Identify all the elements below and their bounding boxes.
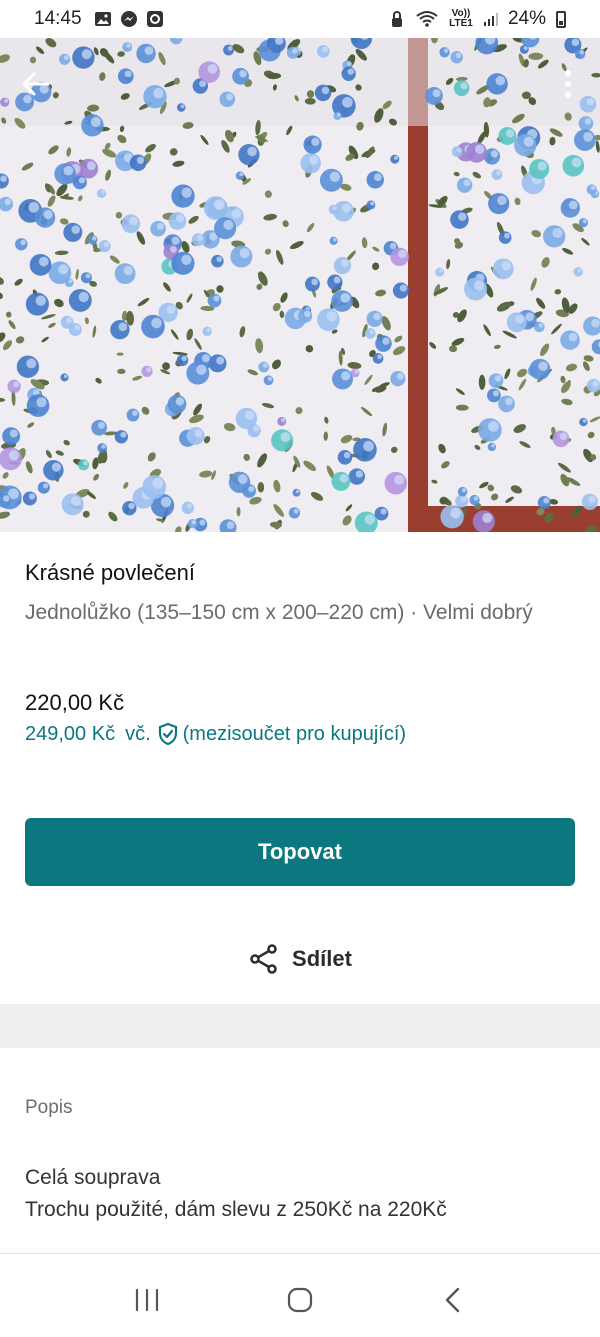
section-divider — [0, 1004, 600, 1048]
listing-photo[interactable] — [0, 38, 600, 532]
status-left: 14:45 — [34, 8, 164, 30]
shield-check-icon — [158, 722, 177, 746]
network-label: Vo)) LTE1 — [449, 8, 473, 29]
listing-subtitle: Jednolůžko (135–150 cm x 200–220 cm) · V… — [25, 601, 533, 624]
nav-divider — [0, 1253, 600, 1254]
buyer-price-suffix: vč. — [125, 722, 151, 745]
listing-title: Krásné povlečení — [25, 560, 195, 585]
app-notification-icon — [146, 11, 163, 27]
buyer-price-row[interactable]: 249,00 Kč vč. (mezisoučet pro kupující) — [25, 722, 406, 746]
listing-price: 220,00 Kč — [25, 690, 125, 715]
status-bar: 14:45 Vo)) LTE1 24% — [0, 0, 600, 38]
lock-alarm-icon — [391, 11, 402, 27]
gallery-icon — [94, 12, 111, 26]
recent-apps-button[interactable] — [117, 1270, 177, 1330]
more-vertical-icon[interactable] — [560, 66, 576, 102]
buyer-protection-note: (mezisoučet pro kupující) — [182, 722, 407, 745]
share-button[interactable]: Sdílet — [0, 938, 600, 980]
description-label: Popis — [25, 1097, 73, 1118]
back-icon — [446, 1287, 460, 1312]
status-right: Vo)) LTE1 24% — [388, 8, 566, 30]
arrow-left-icon[interactable] — [18, 66, 54, 102]
status-time: 14:45 — [34, 8, 82, 29]
buyer-price: 249,00 Kč — [25, 722, 116, 745]
status-notification-icons — [94, 10, 164, 28]
recent-apps-icon — [135, 1288, 158, 1311]
description-text: Celá souprava Trochu použité, dám slevu … — [25, 1166, 447, 1221]
bump-button[interactable]: Topovat — [25, 818, 575, 886]
floral-bedding-photo — [0, 38, 600, 532]
wifi-icon — [416, 11, 438, 27]
battery-percent: 24% — [507, 8, 546, 29]
back-button[interactable] — [423, 1270, 483, 1330]
signal-icon — [483, 12, 498, 26]
share-label: Sdílet — [292, 946, 352, 971]
messenger-icon — [120, 11, 137, 27]
battery-icon — [556, 10, 566, 28]
share-icon — [250, 944, 277, 974]
home-button[interactable] — [270, 1270, 330, 1330]
home-icon — [287, 1287, 313, 1312]
listing-info: Krásné povlečení Jednolůžko (135–150 cm … — [25, 560, 585, 630]
system-nav-bar — [0, 1262, 600, 1337]
